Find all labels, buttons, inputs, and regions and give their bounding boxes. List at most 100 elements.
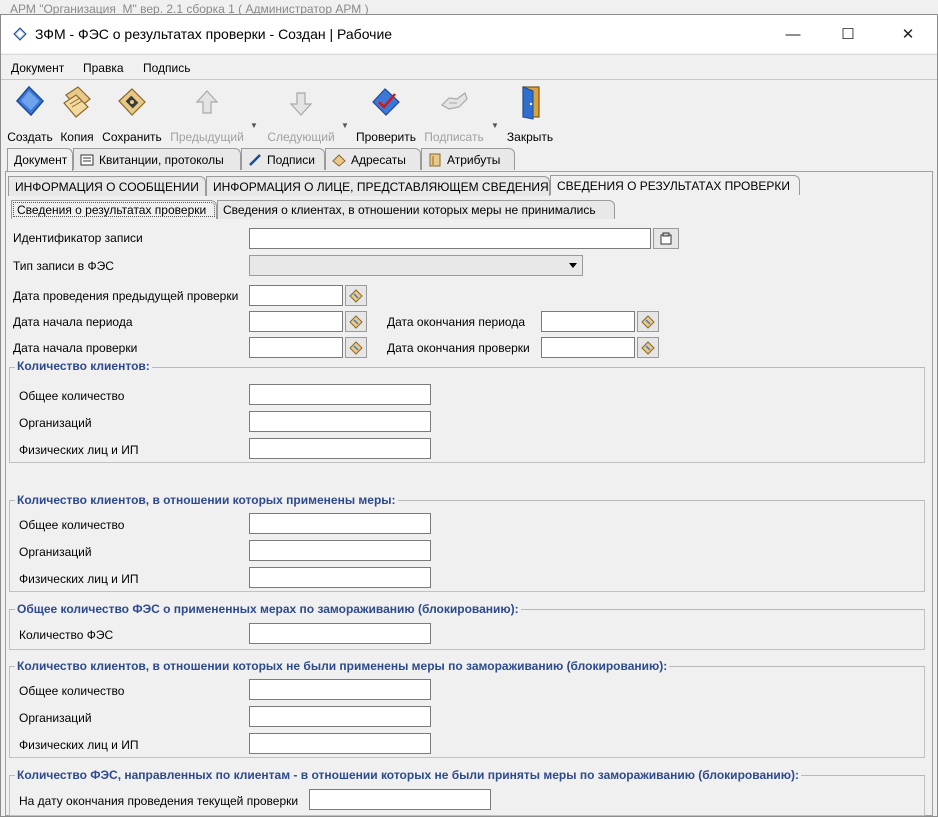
group-clients-measures-applied [9, 500, 925, 592]
check-end-label: Дата окончания проверки [387, 341, 530, 355]
check-label: Проверить [355, 130, 416, 144]
copy-icon [63, 86, 91, 118]
title-bar: ЗФМ - ФЭС о результатах проверки - Созда… [1, 15, 937, 53]
previous-button[interactable]: Предыдущий [167, 85, 247, 144]
clients-orgs-label: Организаций [19, 416, 92, 430]
group-fes-freezing-title: Общее количество ФЭС о примененных мерах… [15, 602, 521, 616]
clients-persons-input[interactable] [249, 438, 431, 459]
close-button[interactable]: Закрыть [505, 85, 555, 144]
not-applied-orgs-input[interactable] [249, 706, 431, 727]
record-id-lookup-button[interactable] [653, 228, 679, 249]
fes-count-input[interactable] [249, 623, 431, 644]
menu-edit[interactable]: Правка [83, 61, 124, 75]
calendar-icon [641, 340, 655, 355]
chevron-down-icon [569, 263, 577, 268]
next-button[interactable]: Следующий [263, 85, 339, 144]
tab-document[interactable]: Документ [7, 148, 73, 171]
check-end-calendar-button[interactable] [637, 337, 659, 358]
calendar-icon [349, 340, 363, 355]
maximize-icon: ☐ [841, 26, 855, 43]
tab-receipts[interactable]: Квитанции, протоколы [73, 148, 241, 170]
applied-total-input[interactable] [249, 513, 431, 534]
group-measures-applied-title: Количество клиентов, в отношении которых… [15, 493, 398, 507]
minimize-button[interactable]: — [770, 15, 816, 53]
save-label: Сохранить [102, 130, 162, 144]
subtab-clients-no-measures-label: Сведения о клиентах, в отношении которых… [223, 203, 596, 217]
check-start-input[interactable] [249, 337, 343, 358]
menu-document[interactable]: Документ [11, 61, 64, 75]
copy-button[interactable]: Копия [57, 85, 97, 144]
main-tabs: Документ Квитанции, протоколы Подписи Ад… [1, 148, 937, 171]
next-label: Следующий [267, 130, 335, 144]
next-dropdown-icon[interactable]: ▼ [341, 121, 349, 130]
applied-orgs-input[interactable] [249, 540, 431, 561]
check-icon [372, 88, 400, 116]
save-button[interactable]: Сохранить [99, 85, 165, 144]
arrow-down-icon [289, 92, 313, 116]
previous-dropdown-icon[interactable]: ▼ [250, 121, 258, 130]
record-id-input[interactable] [249, 228, 651, 249]
tab-representative-info[interactable]: ИНФОРМАЦИЯ О ЛИЦЕ, ПРЕДСТАВЛЯЮЩЕМ СВЕДЕН… [206, 176, 550, 196]
maximize-button[interactable]: ☐ [825, 15, 871, 53]
close-label: Закрыть [506, 130, 554, 144]
sign-icon [441, 92, 468, 110]
subtab-clients-no-measures[interactable]: Сведения о клиентах, в отношении которых… [217, 200, 615, 219]
subtab-check-results-label: Сведения о результатах проверки [17, 203, 207, 217]
sign-label: Подписать [424, 130, 484, 144]
applied-persons-input[interactable] [249, 567, 431, 588]
calendar-icon [349, 314, 363, 329]
fes-sent-input[interactable] [309, 789, 491, 810]
fes-sent-label: На дату окончания проведения текущей про… [19, 794, 299, 808]
tab-addressees[interactable]: Адресаты [325, 148, 421, 170]
not-applied-persons-input[interactable] [249, 733, 431, 754]
receipts-icon [80, 154, 94, 165]
prev-check-date-input[interactable] [249, 285, 343, 306]
check-button[interactable]: Проверить [353, 85, 419, 144]
prev-check-calendar-button[interactable] [345, 285, 367, 306]
calendar-icon [641, 314, 655, 329]
tab-check-results-label: СВЕДЕНИЯ О РЕЗУЛЬТАТАХ ПРОВЕРКИ [557, 178, 790, 193]
create-icon [15, 85, 45, 117]
check-end-input[interactable] [541, 337, 635, 358]
clients-total-input[interactable] [249, 384, 431, 405]
menu-signature[interactable]: Подпись [143, 61, 191, 75]
sign-button[interactable]: Подписать [421, 85, 487, 144]
subtab-check-results[interactable]: Сведения о результатах проверки [11, 200, 217, 219]
not-applied-orgs-label: Организаций [19, 711, 92, 725]
tab-representative-info-label: ИНФОРМАЦИЯ О ЛИЦЕ, ПРЕДСТАВЛЯЮЩЕМ СВЕДЕН… [213, 179, 549, 194]
not-applied-total-input[interactable] [249, 679, 431, 700]
close-window-button[interactable]: ✕ [885, 15, 931, 53]
applied-orgs-label: Организаций [19, 545, 92, 559]
tab-attributes-label: Атрибуты [447, 152, 501, 167]
period-end-calendar-button[interactable] [637, 311, 659, 332]
tab-document-label: Документ [14, 153, 68, 167]
group-clients [9, 367, 925, 463]
minimize-icon: — [785, 25, 801, 43]
document-window: ЗФМ - ФЭС о результатах проверки - Созда… [0, 14, 938, 817]
tab-message-info[interactable]: ИНФОРМАЦИЯ О СООБЩЕНИИ [8, 176, 206, 196]
check-start-calendar-button[interactable] [345, 337, 367, 358]
app-diamond-icon [13, 27, 27, 41]
clients-orgs-input[interactable] [249, 411, 431, 432]
period-start-label: Дата начала периода [13, 315, 133, 329]
arrow-up-icon [195, 90, 219, 114]
tab-check-results[interactable]: СВЕДЕНИЯ О РЕЗУЛЬТАТАХ ПРОВЕРКИ [550, 175, 800, 195]
period-start-calendar-button[interactable] [345, 311, 367, 332]
prev-check-date-label: Дата проведения предыдущей проверки [13, 289, 239, 303]
period-start-input[interactable] [249, 311, 343, 332]
check-start-label: Дата начала проверки [13, 341, 138, 355]
record-type-label: Тип записи в ФЭС [13, 259, 114, 273]
record-type-select[interactable] [249, 255, 583, 276]
address-icon [332, 153, 346, 167]
tab-signatures[interactable]: Подписи [241, 148, 325, 170]
background-window-title-text: АРМ "Организация_М" вер. 2.1 сборка 1 ( … [10, 2, 369, 14]
applied-persons-label: Физических лиц и ИП [19, 572, 139, 586]
tab-attributes[interactable]: Атрибуты [421, 148, 515, 170]
not-applied-persons-label: Физических лиц и ИП [19, 738, 139, 752]
window-title: ЗФМ - ФЭС о результатах проверки - Созда… [35, 26, 393, 42]
period-end-input[interactable] [541, 311, 635, 332]
sign-dropdown-icon[interactable]: ▼ [491, 121, 499, 130]
calendar-icon [349, 288, 363, 303]
create-button[interactable]: Создать [5, 85, 55, 144]
group-clients-not-applied [9, 666, 925, 758]
